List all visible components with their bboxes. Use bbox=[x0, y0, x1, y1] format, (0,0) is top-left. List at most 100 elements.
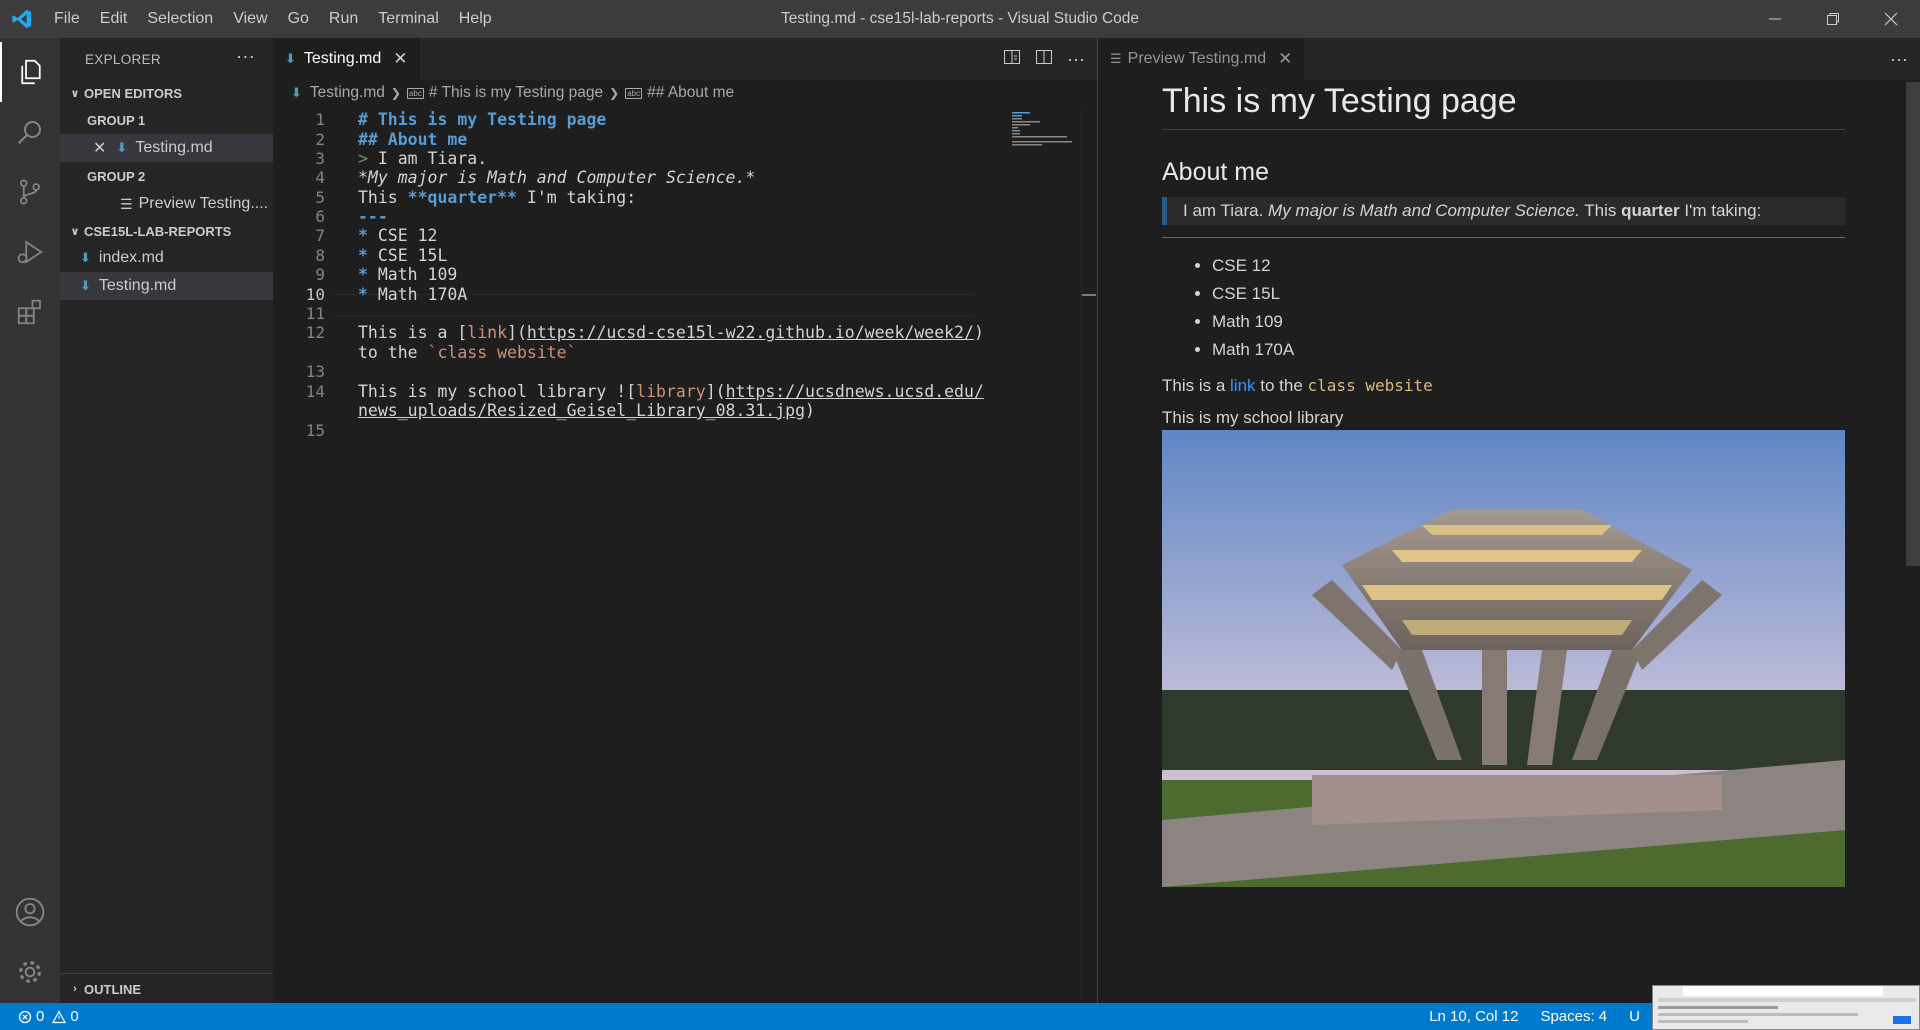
menu-go[interactable]: Go bbox=[278, 0, 319, 38]
preview-h1: This is my Testing page bbox=[1162, 82, 1845, 130]
run-debug-icon[interactable] bbox=[0, 222, 60, 282]
open-editor-filename: Testing.md bbox=[135, 139, 213, 156]
error-icon bbox=[18, 1010, 32, 1023]
preview-file-icon: ☰ bbox=[1110, 51, 1122, 66]
encoding[interactable]: U bbox=[1629, 1008, 1640, 1025]
chevron-right-icon: › bbox=[73, 983, 77, 995]
line-number: 5 bbox=[315, 188, 325, 207]
file-testing-md[interactable]: ⬇ Testing.md bbox=[60, 272, 273, 300]
chevron-right-icon: ❯ bbox=[390, 86, 401, 100]
minimize-icon[interactable] bbox=[1746, 0, 1804, 38]
open-preview-side-icon[interactable] bbox=[1003, 48, 1021, 71]
accounts-icon[interactable] bbox=[0, 882, 60, 942]
explorer-icon[interactable] bbox=[0, 42, 60, 102]
line-number: 12 bbox=[305, 323, 325, 342]
group-2-label: GROUP 2 bbox=[87, 168, 146, 184]
close-icon[interactable] bbox=[1862, 0, 1920, 38]
preview-file-icon: ☰ bbox=[120, 195, 133, 212]
tab-label: Preview Testing.md bbox=[1127, 50, 1267, 67]
tab-preview-testing[interactable]: ☰ Preview Testing.md ✕ bbox=[1098, 38, 1305, 80]
editor-group-1: ⬇ Testing.md ✕ ··· ⬇ Testing.md ❯ abc # … bbox=[273, 38, 1097, 1003]
menu-view[interactable]: View bbox=[223, 0, 277, 38]
indentation[interactable]: Spaces: 4 bbox=[1540, 1008, 1607, 1025]
editor-tab-bar: ⬇ Testing.md ✕ ··· bbox=[273, 38, 1097, 80]
preview-h2: About me bbox=[1162, 158, 1270, 186]
code-line: * Math 109 bbox=[358, 265, 458, 284]
code-line: --- bbox=[358, 207, 388, 226]
breadcrumb: ⬇ Testing.md ❯ abc # This is my Testing … bbox=[291, 80, 734, 106]
menu-selection[interactable]: Selection bbox=[137, 0, 223, 38]
menu-terminal[interactable]: Terminal bbox=[368, 0, 448, 38]
library-image bbox=[1162, 430, 1845, 887]
symbol-string-icon: abc bbox=[406, 87, 424, 99]
outline-section[interactable]: › OUTLINE bbox=[60, 973, 273, 1003]
breadcrumb-heading-2[interactable]: ## About me bbox=[647, 84, 734, 102]
editor-group-2: ☰ Preview Testing.md ✕ ··· This is my Te… bbox=[1097, 38, 1920, 1003]
preview-blockquote: I am Tiara. My major is Math and Compute… bbox=[1162, 197, 1845, 225]
extensions-icon[interactable] bbox=[0, 282, 60, 342]
line-number-current: 10 bbox=[305, 285, 325, 304]
open-editors-label: OPEN EDITORS bbox=[84, 85, 183, 101]
code-line: # This is my Testing page bbox=[358, 110, 607, 129]
scroll-cursor-marker bbox=[1082, 294, 1096, 296]
menu-bar: File Edit Selection View Go Run Terminal… bbox=[44, 0, 502, 38]
outline-label: OUTLINE bbox=[84, 981, 142, 997]
minimap[interactable] bbox=[1008, 110, 1088, 150]
markdown-file-icon: ⬇ bbox=[80, 278, 91, 293]
preview-list: CSE 12 CSE 15L Math 109 Math 170A bbox=[1212, 252, 1845, 364]
restore-icon[interactable] bbox=[1804, 0, 1862, 38]
code-line: * CSE 15L bbox=[358, 246, 448, 265]
chevron-right-icon: ❯ bbox=[609, 86, 620, 100]
group-1-label: GROUP 1 bbox=[87, 112, 146, 128]
status-bar: 0 0 Ln 10, Col 12 Spaces: 4 U bbox=[0, 1003, 1920, 1030]
warning-icon bbox=[52, 1009, 67, 1023]
preview-scrollbar[interactable] bbox=[1906, 82, 1920, 566]
folder-label: CSE15L-LAB-REPORTS bbox=[84, 223, 232, 239]
open-editor-testing[interactable]: ✕ ⬇ Testing.md bbox=[60, 134, 273, 162]
breadcrumb-file[interactable]: Testing.md bbox=[310, 84, 385, 102]
close-editor-icon[interactable]: ✕ bbox=[93, 138, 106, 158]
cursor-position[interactable]: Ln 10, Col 12 bbox=[1429, 1008, 1518, 1025]
tab-testing-md[interactable]: ⬇ Testing.md ✕ bbox=[273, 38, 420, 80]
file-index-md[interactable]: ⬇ index.md bbox=[60, 244, 273, 272]
search-icon[interactable] bbox=[0, 102, 60, 162]
close-tab-icon[interactable]: ✕ bbox=[393, 49, 407, 69]
preview-paragraph: This is a link to the class website bbox=[1162, 376, 1433, 395]
line-number: 14 bbox=[305, 382, 325, 401]
breadcrumb-heading-1[interactable]: # This is my Testing page bbox=[429, 84, 603, 102]
line-number: 7 bbox=[315, 226, 325, 245]
symbol-string-icon: abc bbox=[625, 87, 643, 99]
menu-file[interactable]: File bbox=[44, 0, 90, 38]
line-number: 11 bbox=[305, 304, 325, 323]
error-count: 0 bbox=[36, 1008, 45, 1025]
menu-help[interactable]: Help bbox=[449, 0, 502, 38]
taskbar-thumbnail-preview bbox=[1652, 985, 1920, 1030]
line-number: 1 bbox=[315, 110, 325, 129]
line-number: 2 bbox=[315, 130, 325, 149]
menu-run[interactable]: Run bbox=[319, 0, 368, 38]
line-number: 3 bbox=[315, 149, 325, 168]
chevron-down-icon: ∨ bbox=[70, 225, 80, 238]
open-editors-section[interactable]: ∨ OPEN EDITORS bbox=[60, 80, 273, 106]
editor-scrollbar[interactable] bbox=[1081, 110, 1096, 1000]
menu-edit[interactable]: Edit bbox=[90, 0, 138, 38]
more-actions-icon[interactable]: ··· bbox=[236, 46, 255, 67]
open-editor-preview-name: Preview Testing.... bbox=[138, 195, 269, 212]
code-line: This is a [link](https://ucsd-cse15l-w22… bbox=[358, 323, 984, 342]
problems-indicator[interactable]: 0 0 bbox=[18, 1008, 79, 1025]
code-line: This **quarter** I'm taking: bbox=[358, 188, 637, 207]
more-actions-icon[interactable]: ··· bbox=[1067, 49, 1085, 70]
preview-paragraph: This is my school library bbox=[1162, 408, 1344, 427]
split-editor-icon[interactable] bbox=[1035, 48, 1053, 71]
inline-code: class website bbox=[1307, 376, 1433, 395]
open-editor-preview[interactable]: ☰ Preview Testing.... bbox=[60, 190, 273, 218]
title-bar: File Edit Selection View Go Run Terminal… bbox=[0, 0, 1920, 38]
close-tab-icon[interactable]: ✕ bbox=[1278, 49, 1292, 69]
more-actions-icon[interactable]: ··· bbox=[1890, 49, 1908, 70]
explorer-header: EXPLORER ··· bbox=[60, 38, 273, 80]
source-control-icon[interactable] bbox=[0, 162, 60, 222]
settings-gear-icon[interactable] bbox=[0, 942, 60, 1002]
folder-section[interactable]: ∨ CSE15L-LAB-REPORTS bbox=[60, 218, 273, 244]
explorer-sidebar: EXPLORER ··· ∨ OPEN EDITORS GROUP 1 ✕ ⬇ … bbox=[60, 38, 273, 1003]
preview-link[interactable]: link bbox=[1230, 376, 1256, 395]
